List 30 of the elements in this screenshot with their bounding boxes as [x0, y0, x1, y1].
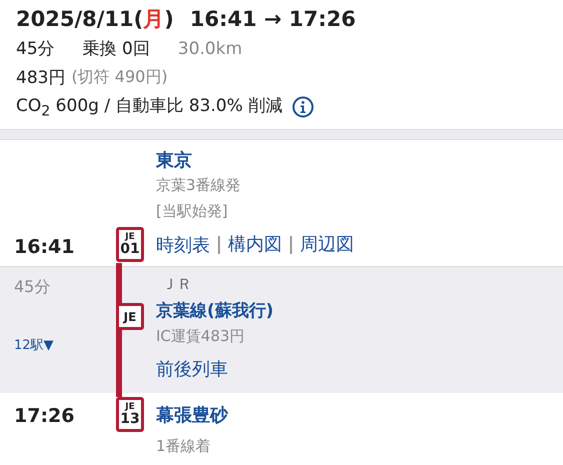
segment-fare: IC運賃483円	[156, 327, 246, 347]
station-link[interactable]: 時刻表	[156, 233, 210, 257]
fare: 483円	[16, 67, 66, 89]
route-date-close: )	[164, 7, 174, 31]
line-badge: JE	[116, 303, 144, 330]
distance: 30.0km	[178, 38, 242, 58]
line-badge: JE 13	[116, 397, 144, 432]
station-link[interactable]: 構内図	[218, 236, 282, 254]
duration: 45分	[16, 38, 55, 60]
arrival-time: 17:26	[14, 405, 74, 427]
train-name[interactable]: 京葉線(蘇我行)	[156, 299, 563, 327]
departure-time: 16:41	[14, 236, 74, 258]
info-icon[interactable]	[292, 96, 314, 118]
time-range: 16:41 → 17:26	[190, 7, 356, 31]
platform: 1番線着	[156, 437, 212, 457]
co2-text: CO$_{2}$ 600g / 自動車比 83.0% 削減	[16, 94, 282, 120]
adjacent-trains-link[interactable]: 前後列車	[156, 353, 563, 385]
line-badge: JE 01	[116, 227, 144, 262]
route-date: 2025/8/11(	[16, 7, 144, 31]
ticket-fare: (切符 490円)	[71, 67, 168, 88]
platform: 京葉3番線発	[156, 176, 242, 196]
weekday: 月	[143, 6, 164, 33]
operator: ＪＲ	[161, 275, 193, 295]
stops-toggle[interactable]: 12駅▼	[14, 336, 54, 354]
station-link[interactable]: 周辺図	[290, 236, 354, 254]
transfers: 乗換 0回	[82, 38, 150, 60]
note: [当駅始発]	[156, 202, 229, 222]
segment-duration: 45分	[14, 277, 50, 298]
station-name[interactable]: 幕張豊砂	[156, 401, 563, 437]
station-name[interactable]: 東京	[156, 148, 563, 176]
